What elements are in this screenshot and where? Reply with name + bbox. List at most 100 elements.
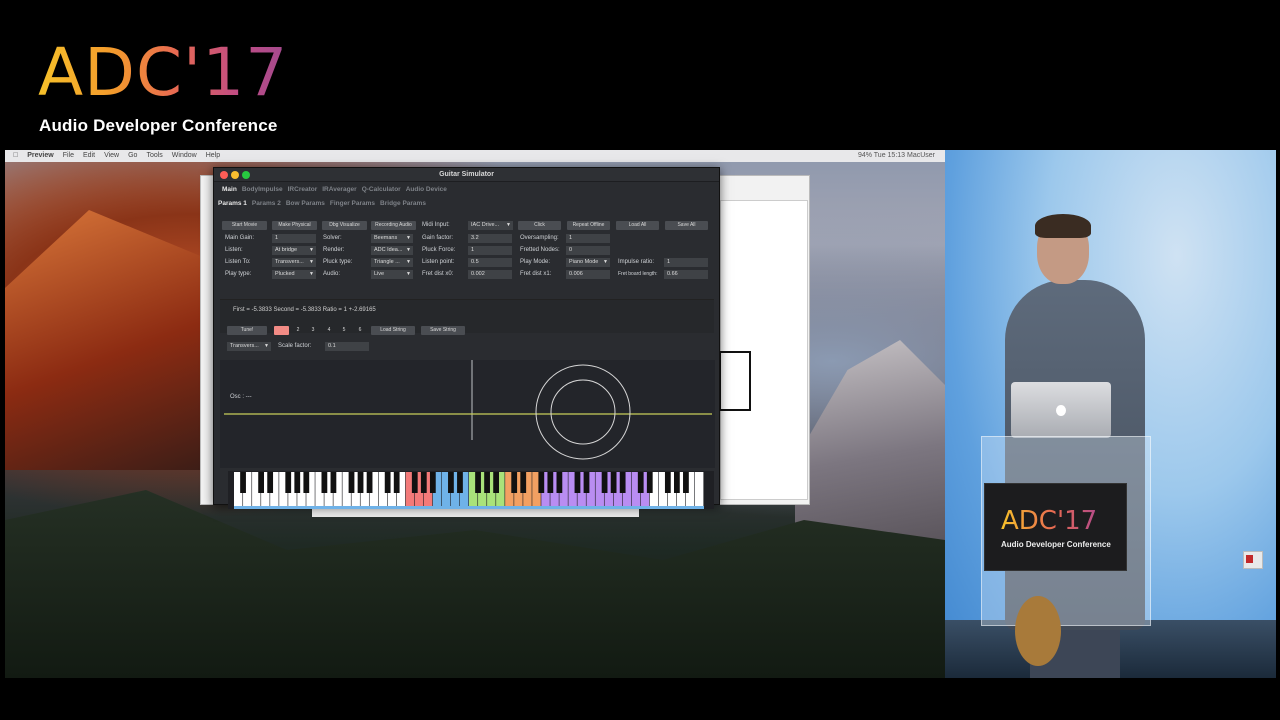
tab-main[interactable]: Main <box>222 186 237 193</box>
black-key[interactable] <box>664 472 671 493</box>
black-key[interactable] <box>547 472 554 493</box>
menu-go[interactable]: Go <box>128 150 137 162</box>
black-key[interactable] <box>267 472 274 493</box>
listen-point-field[interactable]: 0.5 <box>468 258 512 267</box>
repeat-offline-button[interactable]: Repeat Offline <box>567 221 610 230</box>
black-key[interactable] <box>673 472 680 493</box>
black-key[interactable] <box>411 472 418 493</box>
string-5-button[interactable]: 5 <box>338 326 350 335</box>
string-3-button[interactable]: 3 <box>307 326 319 335</box>
fret-board-length-field[interactable]: 0.66 <box>664 270 708 279</box>
tab-bow-params[interactable]: Bow Params <box>286 200 325 207</box>
tab-finger-params[interactable]: Finger Params <box>330 200 375 207</box>
fret-dist-x0-field[interactable]: 0.002 <box>468 270 512 279</box>
black-key[interactable] <box>357 472 364 493</box>
oversampling-field[interactable]: 1 <box>566 234 610 243</box>
start-movie-button[interactable]: Start Movie <box>222 221 267 230</box>
black-key[interactable] <box>457 472 463 493</box>
black-key[interactable] <box>258 472 265 493</box>
recording-audio-button[interactable]: Recording Audio <box>371 221 416 230</box>
black-key[interactable] <box>610 472 617 493</box>
preview-window[interactable] <box>719 200 808 500</box>
black-key[interactable] <box>294 472 301 493</box>
menu-window[interactable]: Window <box>172 150 197 162</box>
black-key[interactable] <box>285 472 292 493</box>
save-string-button[interactable]: Save String <box>421 326 465 335</box>
string-2-button[interactable]: 2 <box>292 326 304 335</box>
fret-dist-x1-field[interactable]: 0.006 <box>566 270 610 279</box>
white-key[interactable] <box>694 472 704 506</box>
solver-select[interactable]: Beemans ▼ <box>371 234 413 243</box>
black-key[interactable] <box>330 472 337 493</box>
black-key[interactable] <box>366 472 373 493</box>
listen-select[interactable]: At bridge ▼ <box>272 246 316 255</box>
scale-factor-field[interactable]: 0.1 <box>325 342 369 351</box>
viz-mode-select[interactable]: Transvers... ▼ <box>227 342 271 351</box>
tune-button[interactable]: Tune! <box>227 326 267 335</box>
midi-input-select[interactable]: IAC Drive... ▼ <box>468 221 513 230</box>
tab-iraverager[interactable]: IRAverager <box>322 186 356 193</box>
black-key[interactable] <box>538 472 545 493</box>
string-1-button[interactable]: 1 <box>274 326 289 335</box>
pluck-type-select[interactable]: Triangle ... ▼ <box>371 258 413 267</box>
tab-params-1[interactable]: Params 1 <box>218 200 247 207</box>
black-key[interactable] <box>240 472 246 493</box>
black-key[interactable] <box>574 472 581 493</box>
menu-app[interactable]: Preview <box>27 150 53 162</box>
pluck-force-field[interactable]: 1 <box>468 246 512 255</box>
fretted-nodes-field[interactable]: 0 <box>566 246 610 255</box>
tab-bridge-params[interactable]: Bridge Params <box>380 200 426 207</box>
click-button[interactable]: Click <box>518 221 561 230</box>
black-key[interactable] <box>583 472 590 493</box>
tab-ircreator[interactable]: IRCreator <box>288 186 318 193</box>
black-key[interactable] <box>556 472 563 493</box>
save-all-button[interactable]: Save All <box>665 221 708 230</box>
dbg-visualize-button[interactable]: Dbg Visualize <box>322 221 367 230</box>
black-key[interactable] <box>420 472 427 493</box>
tab-params-2[interactable]: Params 2 <box>252 200 281 207</box>
play-type-select[interactable]: Plucked ▼ <box>272 270 316 279</box>
menu-edit[interactable]: Edit <box>83 150 95 162</box>
string-6-button[interactable]: 6 <box>354 326 366 335</box>
menu-help[interactable]: Help <box>206 150 220 162</box>
menu-file[interactable]: File <box>63 150 74 162</box>
black-key[interactable] <box>646 472 653 493</box>
impulse-ratio-field[interactable]: 1 <box>664 258 708 267</box>
render-select[interactable]: ADC Idea... ▼ <box>371 246 413 255</box>
load-all-button[interactable]: Load All <box>616 221 659 230</box>
piano-keys[interactable] <box>228 471 714 509</box>
black-key[interactable] <box>303 472 310 493</box>
main-gain-field[interactable]: 1 <box>272 234 316 243</box>
black-key[interactable] <box>429 472 436 493</box>
gain-factor-field[interactable]: 3.2 <box>468 234 512 243</box>
menu-tools[interactable]: Tools <box>146 150 162 162</box>
black-key[interactable] <box>511 472 518 493</box>
black-key[interactable] <box>475 472 481 493</box>
window-titlebar[interactable]: Guitar Simulator <box>214 168 719 182</box>
piano-keyboard[interactable] <box>228 471 714 509</box>
black-key[interactable] <box>520 472 527 493</box>
apple-menu-icon[interactable]:  <box>13 150 18 162</box>
string-4-button[interactable]: 4 <box>323 326 335 335</box>
black-key[interactable] <box>619 472 626 493</box>
black-key[interactable] <box>683 472 689 493</box>
tab-q-calculator[interactable]: Q-Calculator <box>362 186 401 193</box>
guitar-simulator-window[interactable]: Guitar Simulator Main BodyImpulse IRCrea… <box>213 167 720 509</box>
menu-view[interactable]: View <box>104 150 119 162</box>
make-physical-button[interactable]: Make Physical <box>272 221 317 230</box>
black-key[interactable] <box>637 472 644 493</box>
audio-select[interactable]: Live ▼ <box>371 270 413 279</box>
listen-to-select[interactable]: Transvers... ▼ <box>272 258 316 267</box>
black-key[interactable] <box>348 472 355 493</box>
black-key[interactable] <box>484 472 490 493</box>
black-key[interactable] <box>448 472 454 493</box>
tab-audio-device[interactable]: Audio Device <box>406 186 447 193</box>
black-key[interactable] <box>384 472 391 493</box>
black-key[interactable] <box>321 472 328 493</box>
black-key[interactable] <box>493 472 500 493</box>
load-string-button[interactable]: Load String <box>371 326 415 335</box>
black-key[interactable] <box>601 472 608 493</box>
play-mode-select[interactable]: Piano Mode ▼ <box>566 258 610 267</box>
tab-bodyimpulse[interactable]: BodyImpulse <box>242 186 283 193</box>
black-key[interactable] <box>393 472 400 493</box>
